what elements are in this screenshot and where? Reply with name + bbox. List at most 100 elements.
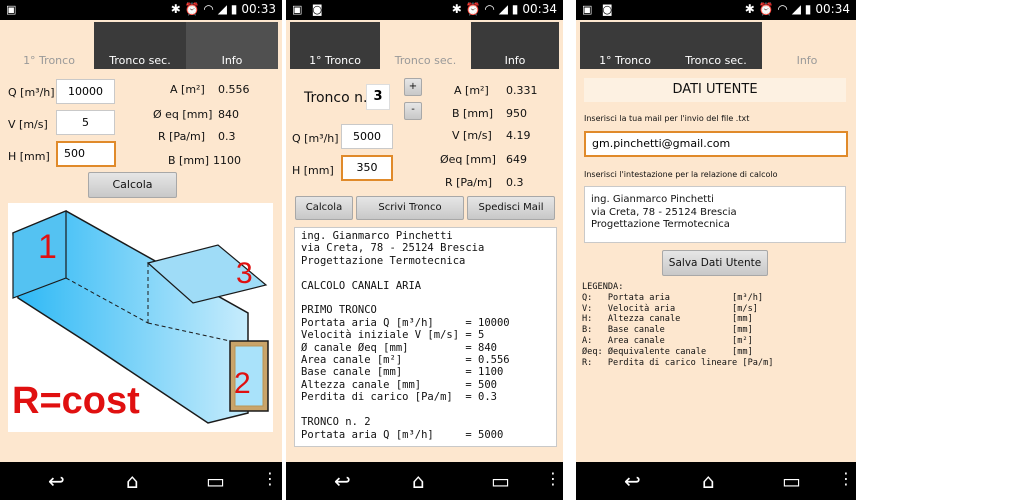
status-bar: ▣ ✱ ⏰ ◠ ◢ ▮ 00:33 xyxy=(0,0,282,20)
battery-icon: ▮ xyxy=(230,2,238,16)
tab-label: 1° Tronco xyxy=(309,54,361,67)
legend: LEGENDA: Q: Portata aria [m³/h] V: Veloc… xyxy=(582,282,773,368)
camera-icon: ◙ xyxy=(311,3,326,16)
h-label: H [mm] xyxy=(8,150,50,163)
calcola-button[interactable]: Calcola xyxy=(88,172,177,198)
nav-bar: ↩ ⌂ ▭ ⋮ xyxy=(576,462,856,500)
back-icon[interactable]: ↩ xyxy=(48,469,65,493)
decrement-button[interactable]: - xyxy=(404,102,422,120)
duct-diagram: 1 3 2 R=cost xyxy=(8,203,273,432)
diagram-label-2: 2 xyxy=(234,367,251,400)
back-icon[interactable]: ↩ xyxy=(334,469,351,493)
report-textarea[interactable]: ing. Gianmarco Pinchetti via Creta, 78 -… xyxy=(294,227,557,447)
r-value: 0.3 xyxy=(506,176,524,189)
home-icon[interactable]: ⌂ xyxy=(702,469,715,493)
v-label: V [m/s] xyxy=(8,118,48,131)
q-label: Q [m³/h] xyxy=(292,132,339,145)
battery-icon: ▮ xyxy=(511,2,519,16)
signal-icon: ◢ xyxy=(791,2,801,16)
alarm-icon: ⏰ xyxy=(184,2,200,16)
b-label: B [mm] xyxy=(168,154,210,167)
b-label: B [mm] xyxy=(452,107,494,120)
diagram-label-1: 1 xyxy=(38,228,57,266)
tab-label: Info xyxy=(221,54,243,67)
v-input[interactable]: 5 xyxy=(56,110,115,135)
tab-info[interactable]: Info xyxy=(471,22,559,72)
menu-icon[interactable]: ⋮ xyxy=(262,469,278,488)
bluetooth-icon: ✱ xyxy=(451,2,462,16)
recents-icon[interactable]: ▭ xyxy=(782,469,801,493)
b-value: 1100 xyxy=(213,154,241,167)
tronco-label: Tronco n. xyxy=(304,90,368,106)
alarm-icon: ⏰ xyxy=(758,2,774,16)
home-icon[interactable]: ⌂ xyxy=(412,469,425,493)
tab-primo-tronco[interactable]: 1° Tronco xyxy=(4,22,94,72)
r-label: R [Pa/m] xyxy=(445,176,493,189)
tab-info[interactable]: Info xyxy=(186,22,278,72)
email-field[interactable]: gm.pinchetti@gmail.com xyxy=(584,131,848,157)
tab-tronco-sec[interactable]: Tronco sec. xyxy=(670,22,762,72)
signal-icon: ◢ xyxy=(498,2,508,16)
nav-bar: ↩ ⌂ ▭ ⋮ xyxy=(286,462,563,500)
q-input[interactable]: 5000 xyxy=(341,124,393,149)
a-value: 0.556 xyxy=(218,83,250,96)
clock: 00:33 xyxy=(241,2,276,16)
camera-icon: ◙ xyxy=(601,3,616,16)
save-user-data-button[interactable]: Salva Dati Utente xyxy=(662,250,768,276)
nav-bar: ↩ ⌂ ▭ ⋮ xyxy=(0,462,282,500)
signal-icon: ◢ xyxy=(217,2,227,16)
scrivi-tronco-button[interactable]: Scrivi Tronco xyxy=(356,196,464,220)
recents-icon[interactable]: ▭ xyxy=(206,469,225,493)
back-icon[interactable]: ↩ xyxy=(624,469,641,493)
r-label: R [Pa/m] xyxy=(158,130,206,143)
a-value: 0.331 xyxy=(506,84,538,97)
deq-value: 649 xyxy=(506,153,527,166)
home-icon[interactable]: ⌂ xyxy=(126,469,139,493)
h-input[interactable]: 350 xyxy=(341,155,393,181)
image-icon: ▣ xyxy=(292,3,306,16)
tab-tronco-sec[interactable]: Tronco sec. xyxy=(94,22,186,72)
v-label: V [m/s] xyxy=(452,129,492,142)
clock: 00:34 xyxy=(522,2,557,16)
tab-primo-tronco[interactable]: 1° Tronco xyxy=(580,22,670,72)
q-label: Q [m³/h] xyxy=(8,86,55,99)
tab-info[interactable]: Info xyxy=(762,22,852,72)
status-bar: ▣ ◙ ✱ ⏰ ◠ ◢ ▮ 00:34 xyxy=(286,0,563,20)
tab-label: Info xyxy=(504,54,526,67)
tab-bar: 1° Tronco Tronco sec. Info xyxy=(4,22,278,72)
screen-primo-tronco: ▣ ✱ ⏰ ◠ ◢ ▮ 00:33 1° Tronco Tronco sec. I… xyxy=(0,0,282,500)
report-text: ing. Gianmarco Pinchetti via Creta, 78 -… xyxy=(301,230,510,441)
r-value: 0.3 xyxy=(218,130,236,143)
a-label: A [m²] xyxy=(454,84,489,97)
screen-info: ▣ ◙ ✱ ⏰ ◠ ◢ ▮ 00:34 1° Tronco Tronco sec.… xyxy=(576,0,856,500)
header-textarea[interactable]: ing. Gianmarco Pinchetti via Creta, 78 -… xyxy=(584,186,846,243)
image-icon: ▣ xyxy=(582,3,596,16)
increment-button[interactable]: + xyxy=(404,78,422,96)
menu-icon[interactable]: ⋮ xyxy=(838,469,854,488)
menu-icon[interactable]: ⋮ xyxy=(545,469,561,488)
calcola-button[interactable]: Calcola xyxy=(295,196,353,220)
recents-icon[interactable]: ▭ xyxy=(491,469,510,493)
spedisci-mail-button[interactable]: Spedisci Mail xyxy=(467,196,555,220)
wifi-icon: ◠ xyxy=(203,2,214,16)
h-label: H [mm] xyxy=(292,164,334,177)
deq-label: Ø eq [mm] xyxy=(153,108,213,121)
bluetooth-icon: ✱ xyxy=(744,2,755,16)
wifi-icon: ◠ xyxy=(777,2,788,16)
q-input[interactable]: 10000 xyxy=(56,79,115,104)
tab-bar: 1° Tronco Tronco sec. Info xyxy=(290,22,559,72)
tronco-number: 3 xyxy=(366,84,390,110)
bluetooth-icon: ✱ xyxy=(170,2,181,16)
tab-tronco-sec[interactable]: Tronco sec. xyxy=(380,22,471,72)
deq-label: Øeq [mm] xyxy=(440,153,496,166)
h-input[interactable]: 500 xyxy=(56,141,116,167)
screen-tronco-sec: ▣ ◙ ✱ ⏰ ◠ ◢ ▮ 00:34 1° Tronco Tronco sec.… xyxy=(286,0,563,500)
tab-primo-tronco[interactable]: 1° Tronco xyxy=(290,22,380,72)
tab-label: 1° Tronco xyxy=(599,54,651,67)
alarm-icon: ⏰ xyxy=(465,2,481,16)
battery-icon: ▮ xyxy=(804,2,812,16)
status-bar: ▣ ◙ ✱ ⏰ ◠ ◢ ▮ 00:34 xyxy=(576,0,856,20)
header-hint: Inserisci l'intestazione per la relazion… xyxy=(584,170,778,179)
a-label: A [m²] xyxy=(170,83,205,96)
legend-text: LEGENDA: Q: Portata aria [m³/h] V: Veloc… xyxy=(582,282,774,368)
